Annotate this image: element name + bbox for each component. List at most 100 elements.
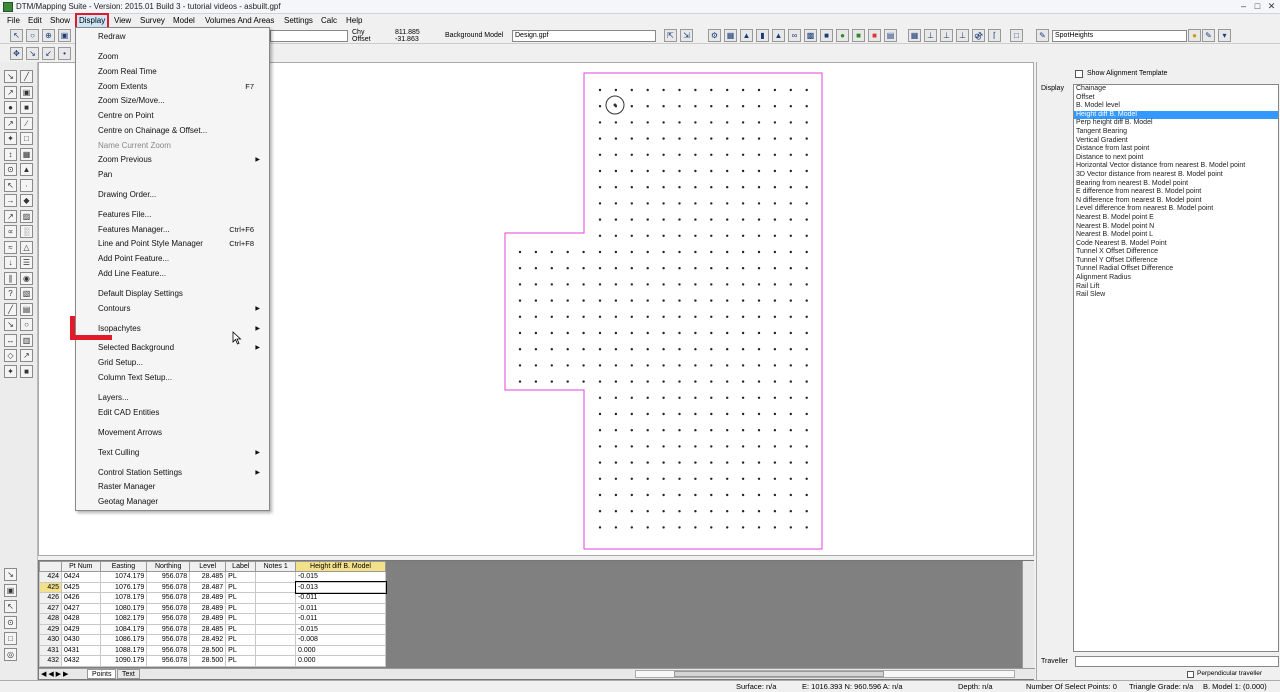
table-cell[interactable] <box>255 634 297 646</box>
menu-survey[interactable]: Survey <box>138 15 167 27</box>
table-cell[interactable]: 956.078 <box>146 592 191 604</box>
table-cell[interactable] <box>255 592 297 604</box>
table-cell[interactable]: -0.011 <box>295 602 386 614</box>
menu-item-add-point-feature[interactable]: Add Point Feature... <box>98 253 266 265</box>
drawing-tool-icon[interactable]: ⊙ <box>4 163 17 176</box>
display-option[interactable]: E difference from nearest B. Model point <box>1074 188 1278 197</box>
tab-text[interactable]: Text <box>117 669 140 679</box>
drawing-tool-icon[interactable]: □ <box>20 132 33 145</box>
display-option[interactable]: Tunnel X Offset Difference <box>1074 248 1278 257</box>
menu-help[interactable]: Help <box>344 15 364 27</box>
table-cell[interactable]: -0.011 <box>295 613 386 625</box>
perpendicular-checkbox[interactable] <box>1187 671 1194 678</box>
table-cell[interactable] <box>255 571 297 583</box>
tool-icon-c[interactable]: ▦ <box>724 29 737 42</box>
table-row[interactable]: 428 0428 1082.179 956.078 28.489 PL -0.011 <box>39 613 386 625</box>
column-header[interactable]: Label <box>225 561 257 572</box>
drawing-tool-icon[interactable]: ↗ <box>4 85 17 99</box>
row-number[interactable]: 427 <box>39 602 62 614</box>
green-box-icon[interactable]: ■ <box>852 29 865 42</box>
display-option[interactable]: Tunnel Y Offset Difference <box>1074 257 1278 266</box>
drawing-tool-icon[interactable]: ∙ <box>20 178 33 192</box>
display-option[interactable]: Tangent Bearing <box>1074 128 1278 137</box>
snap-tool-icon[interactable]: ◎ <box>4 648 17 661</box>
maximize-icon[interactable]: □ <box>1252 1 1263 12</box>
drawing-tool-icon[interactable]: ∥ <box>4 271 17 285</box>
display-options-list[interactable]: Chainage Offset B. Model level Height diff … <box>1073 84 1279 652</box>
table-cell[interactable] <box>255 655 297 667</box>
menu-item-zoom-size-move[interactable]: Zoom Size/Move... <box>98 95 266 107</box>
drawing-tool-icon[interactable]: ◉ <box>20 271 33 285</box>
drawing-tool-icon[interactable]: ∝ <box>4 225 17 238</box>
table-cell[interactable]: 1080.179 <box>99 602 148 614</box>
table-cell[interactable]: 956.078 <box>146 644 191 656</box>
table-cell[interactable]: 0429 <box>61 623 101 635</box>
table-cell[interactable]: 956.078 <box>146 613 191 625</box>
tool-edit-icon[interactable]: ↙ <box>42 47 55 60</box>
table-cell[interactable]: 0425 <box>61 581 101 593</box>
bulb-icon[interactable]: ● <box>1188 29 1201 42</box>
column-header[interactable]: Height diff B. Model <box>295 561 386 572</box>
style-select[interactable]: SpotHeights <box>1052 30 1187 42</box>
table-cell[interactable]: 28.487 <box>189 581 227 593</box>
row-number[interactable]: 425 <box>39 581 62 593</box>
menu-item-zoom[interactable]: Zoom <box>98 51 266 63</box>
table-cell[interactable]: 1076.179 <box>99 581 148 593</box>
drawing-tool-icon[interactable]: ≈ <box>4 240 17 254</box>
select-arrow-icon[interactable]: ↖ <box>10 29 23 42</box>
column-header[interactable]: Easting <box>99 561 148 572</box>
drawing-tool-icon[interactable]: → <box>4 194 17 207</box>
table-cell[interactable]: PL <box>225 602 257 614</box>
snap-tool-icon[interactable]: ▣ <box>4 584 17 597</box>
drawing-tool-icon[interactable]: ↗ <box>4 209 17 223</box>
tool-icon-j[interactable]: ▦ <box>908 29 921 42</box>
table-cell[interactable] <box>255 644 297 656</box>
menu-item-contours[interactable]: Contours ▶ <box>98 303 266 315</box>
display-option[interactable]: 3D Vector distance from nearest B. Model… <box>1074 171 1278 180</box>
grid-horizontal-scrollbar[interactable] <box>635 670 1015 678</box>
menu-item-pan[interactable]: Pan <box>98 169 266 181</box>
green-circle-icon[interactable]: ● <box>836 29 849 42</box>
table-cell[interactable]: 28.500 <box>189 644 227 656</box>
tool-icon-l[interactable]: ⊥ <box>940 29 953 42</box>
drawing-tool-icon[interactable]: ╱ <box>20 70 33 83</box>
row-number[interactable]: 429 <box>39 623 62 635</box>
move-icon[interactable]: ✥ <box>10 47 23 60</box>
menu-calc[interactable]: Calc <box>319 15 339 27</box>
table-cell[interactable]: 28.489 <box>189 592 227 604</box>
layers-icon[interactable]: ▤ <box>884 29 897 42</box>
table-cell[interactable] <box>255 602 297 614</box>
table-cell[interactable]: 1074.179 <box>99 571 148 583</box>
menu-model[interactable]: Model <box>171 15 197 27</box>
menu-item-text-culling[interactable]: Text Culling ▶ <box>98 447 266 459</box>
table-row[interactable]: 425 0425 1076.179 956.078 28.487 PL -0.013 <box>39 581 387 594</box>
table-cell[interactable]: 1086.179 <box>99 634 148 646</box>
tool-icon-e[interactable]: ▮ <box>756 29 769 42</box>
row-number[interactable]: 430 <box>39 634 62 646</box>
grid-nav-arrows[interactable]: ◀ ◀ ▶ ▶ <box>41 670 68 678</box>
menu-item-features-file[interactable]: Features File... <box>98 209 266 221</box>
table-cell[interactable]: 1090.179 <box>99 655 148 667</box>
row-number[interactable]: 426 <box>39 592 62 604</box>
table-cell[interactable]: 0.000 <box>295 644 386 656</box>
table-cell[interactable]: -0.011 <box>295 592 386 604</box>
table-cell[interactable]: PL <box>225 571 257 583</box>
table-cell[interactable]: 956.078 <box>146 571 191 583</box>
drawing-tool-icon[interactable]: ? <box>4 287 17 300</box>
drawing-tool-icon[interactable]: ◆ <box>20 194 33 207</box>
drawing-tool-icon[interactable]: ▧ <box>20 287 33 300</box>
tool-dot-icon[interactable]: • <box>58 47 71 60</box>
menu-edit[interactable]: Edit <box>26 15 44 27</box>
table-row[interactable]: 424 0424 1074.179 956.078 28.485 PL -0.015 <box>39 571 386 583</box>
table-cell[interactable]: 956.078 <box>146 602 191 614</box>
display-option[interactable]: Rail Lift <box>1074 283 1278 292</box>
scrollbar-thumb[interactable] <box>674 671 884 677</box>
row-number[interactable]: 428 <box>39 613 62 625</box>
display-option[interactable]: Bearing from nearest B. Model point <box>1074 180 1278 189</box>
drawing-tool-icon[interactable]: ↘ <box>4 318 17 331</box>
table-cell[interactable]: 1078.179 <box>99 592 148 604</box>
menu-item-control-station-settings[interactable]: Control Station Settings ▶ <box>98 467 266 479</box>
drawing-tool-icon[interactable]: ✦ <box>4 364 17 378</box>
drawing-tool-icon[interactable]: ☰ <box>20 256 33 269</box>
menu-item-add-line-feature[interactable]: Add Line Feature... <box>98 268 266 280</box>
